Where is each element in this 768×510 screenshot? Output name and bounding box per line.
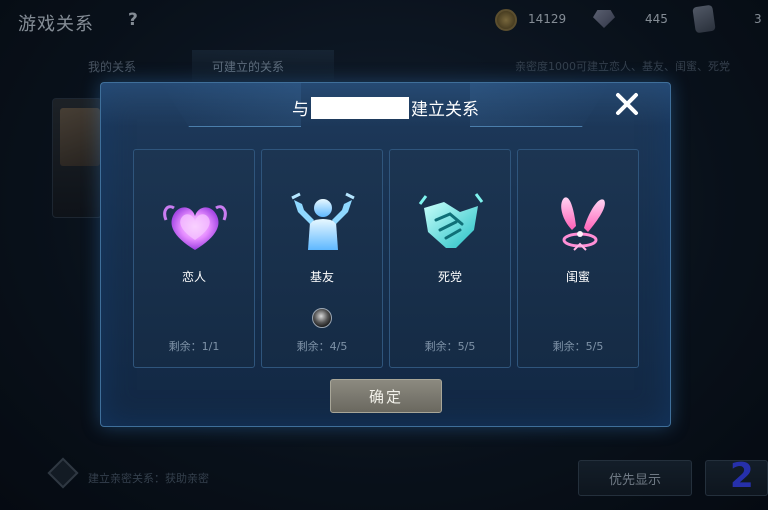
relation-card-girlfriends[interactable]: 闺蜜 剩余：5/5 (517, 149, 639, 368)
dialog-title: 与 建立关系 (101, 95, 670, 120)
dialog-title-suffix: 建立关系 (411, 100, 479, 120)
relation-name: 死党 (437, 270, 462, 284)
muscle-icon (291, 192, 355, 250)
relation-card-lovers[interactable]: 恋人 剩余：1/1 (133, 149, 255, 368)
relation-name: 恋人 (181, 270, 206, 284)
relation-remaining: 剩余：5/5 (552, 340, 604, 353)
confirm-button[interactable]: 确定 (330, 379, 442, 413)
handshake-icon (418, 193, 484, 248)
dialog-title-prefix: 与 (292, 100, 309, 120)
heart-icon (163, 205, 227, 250)
relation-card-best-friends[interactable]: 死党 剩余：5/5 (389, 149, 511, 368)
relation-card-buddies[interactable]: 基友 剩余：4/5 (261, 149, 383, 368)
relation-remaining: 剩余：4/5 (296, 340, 348, 353)
relation-name: 基友 (309, 270, 334, 284)
relation-remaining: 剩余：5/5 (424, 340, 476, 353)
partner-avatar (312, 308, 332, 328)
relation-name: 闺蜜 (565, 270, 590, 284)
close-icon[interactable] (614, 91, 640, 117)
build-relation-dialog: 与 建立关系 恋人 剩余：1/1 基友 剩余：4/5 死党 剩余：5/5 闺蜜 … (100, 82, 671, 427)
relation-remaining: 剩余：1/1 (168, 340, 220, 353)
redacted-player-name (311, 96, 409, 119)
bunny-ears-icon (561, 197, 605, 251)
